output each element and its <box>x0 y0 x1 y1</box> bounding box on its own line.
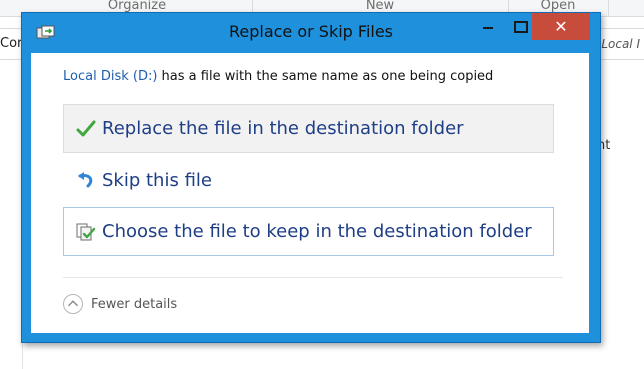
skip-arrow-icon <box>78 172 93 188</box>
divider <box>63 277 563 278</box>
search-placeholder-fragment: Local I <box>601 37 640 51</box>
skip-file-label: Skip this file <box>102 170 212 191</box>
choose-file-label: Choose the file to keep in the destinati… <box>102 221 532 242</box>
title-bar[interactable]: Replace or Skip Files ✕ <box>22 13 600 53</box>
compare-files-icon <box>76 223 96 241</box>
maximize-button[interactable] <box>506 13 534 41</box>
replace-file-label: Replace the file in the destination fold… <box>102 118 464 139</box>
conflict-message-text: has a file with the same name as one bei… <box>157 69 494 84</box>
skip-file-option[interactable]: Skip this file <box>63 156 554 205</box>
source-location-link[interactable]: Local Disk (D:) <box>63 69 157 84</box>
dialog-content: Local Disk (D:) has a file with the same… <box>31 53 589 333</box>
minimize-button[interactable] <box>474 13 502 41</box>
navigation-pane <box>0 58 23 369</box>
choose-file-option[interactable]: Choose the file to keep in the destinati… <box>63 207 554 256</box>
maximize-icon <box>514 21 528 33</box>
replace-or-skip-dialog: Replace or Skip Files ✕ Local Disk (D:) … <box>21 12 601 343</box>
close-button[interactable]: ✕ <box>532 13 590 40</box>
close-icon: ✕ <box>554 17 568 36</box>
chevron-up-icon <box>63 294 83 314</box>
minimize-icon <box>483 27 493 29</box>
replace-file-option[interactable]: Replace the file in the destination fold… <box>63 104 554 153</box>
address-path-fragment[interactable]: Cor <box>0 36 22 51</box>
fewer-details-label: Fewer details <box>91 297 178 312</box>
check-icon <box>76 120 96 137</box>
conflict-message: Local Disk (D:) has a file with the same… <box>63 69 493 84</box>
